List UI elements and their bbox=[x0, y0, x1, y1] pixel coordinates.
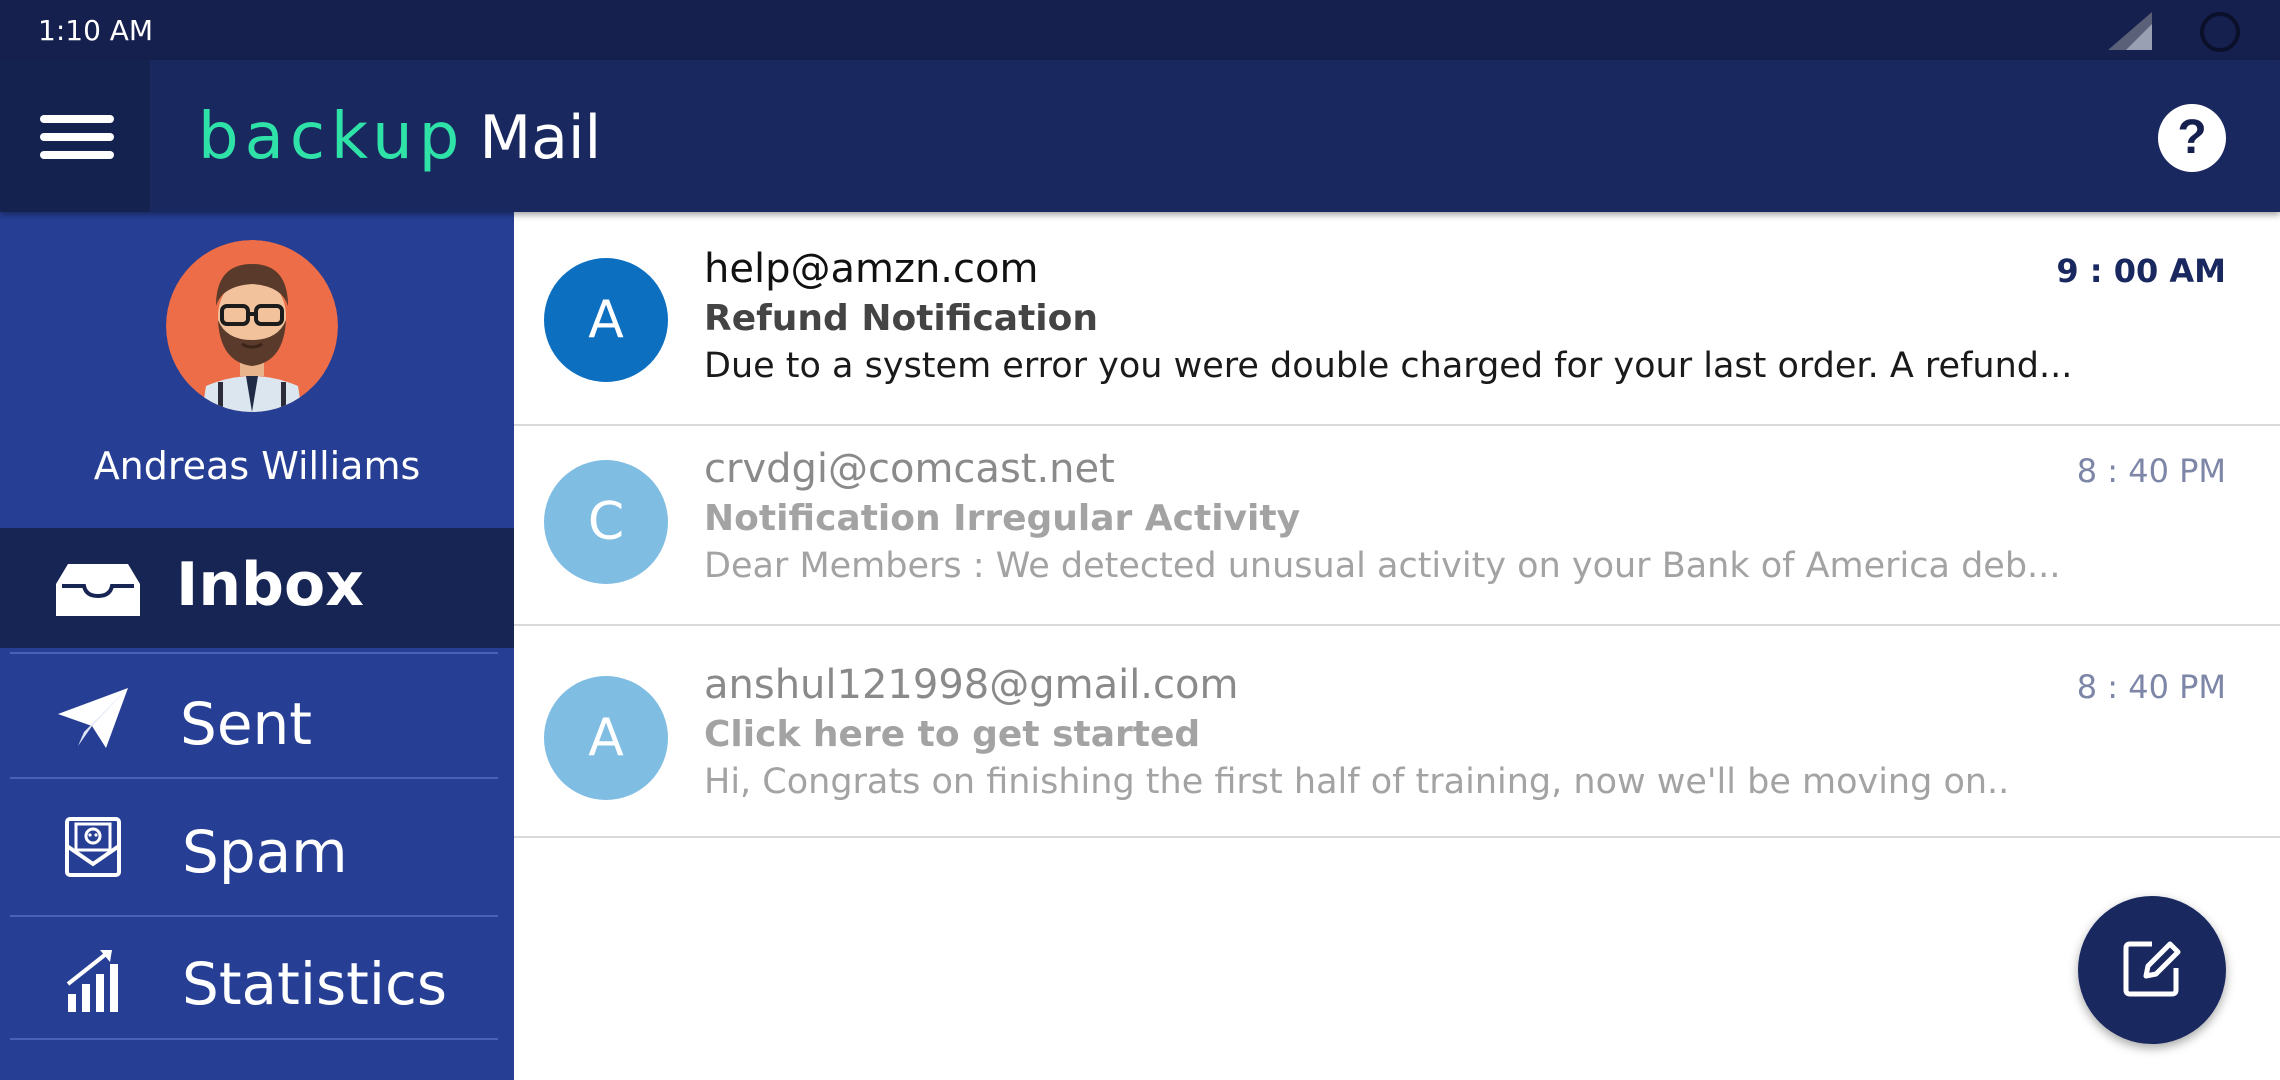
bar-chart-icon bbox=[66, 950, 118, 1012]
signal-icon bbox=[2108, 12, 2152, 50]
sidebar-item-label: Inbox bbox=[176, 550, 364, 620]
sidebar-item-label: Sent bbox=[180, 690, 313, 758]
sender-avatar: A bbox=[544, 258, 668, 382]
avatar[interactable] bbox=[166, 240, 338, 412]
compose-button[interactable] bbox=[2078, 896, 2226, 1044]
sidebar-divider bbox=[10, 777, 498, 779]
email-preview: Dear Members : We detected unusual activ… bbox=[704, 546, 2061, 586]
loading-icon bbox=[2200, 12, 2240, 52]
email-subject: Click here to get started bbox=[704, 714, 1201, 755]
email-row[interactable]: A anshul121998@gmail.com Click here to g… bbox=[514, 626, 2280, 838]
logo-primary-text: backup bbox=[198, 100, 466, 174]
email-sender: anshul121998@gmail.com bbox=[704, 662, 1239, 708]
app-bar: backup Mail ? bbox=[0, 60, 2280, 212]
sidebar-item-spam[interactable]: Spam bbox=[0, 780, 514, 916]
compose-icon bbox=[2123, 941, 2181, 997]
email-row[interactable]: A help@amzn.com Refund Notification Due … bbox=[514, 212, 2280, 426]
email-subject: Notification Irregular Activity bbox=[704, 498, 1301, 539]
menu-button[interactable] bbox=[0, 60, 150, 212]
email-sender: help@amzn.com bbox=[704, 246, 1039, 292]
email-subject: Refund Notification bbox=[704, 298, 1098, 339]
email-preview: Hi, Congrats on finishing the first half… bbox=[704, 762, 2010, 802]
help-button[interactable]: ? bbox=[2158, 104, 2226, 172]
email-preview: Due to a system error you were double ch… bbox=[704, 346, 2073, 386]
sidebar-divider bbox=[10, 1038, 498, 1040]
menu-icon bbox=[40, 115, 114, 159]
sidebar-item-label: Statistics bbox=[182, 950, 448, 1018]
sidebar-item-inbox[interactable]: Inbox bbox=[0, 528, 514, 648]
status-time: 1:10 AM bbox=[38, 14, 154, 47]
app-logo: backup Mail bbox=[198, 100, 602, 174]
user-name: Andreas Williams bbox=[93, 444, 421, 488]
sidebar-item-label: Spam bbox=[182, 818, 348, 886]
logo-secondary-text: Mail bbox=[479, 103, 602, 173]
sidebar-item-sent[interactable]: Sent bbox=[0, 660, 514, 778]
sidebar-item-statistics[interactable]: Statistics bbox=[0, 918, 514, 1042]
email-time: 8 : 40 PM bbox=[2076, 452, 2226, 490]
sender-avatar: A bbox=[544, 676, 668, 800]
email-row[interactable]: C crvdgi@comcast.net Notification Irregu… bbox=[514, 426, 2280, 626]
help-icon: ? bbox=[2177, 111, 2207, 164]
email-time: 9 : 00 AM bbox=[2056, 252, 2226, 290]
email-list: A help@amzn.com Refund Notification Due … bbox=[514, 212, 2280, 1080]
sidebar-divider bbox=[10, 915, 498, 917]
email-time: 8 : 40 PM bbox=[2076, 668, 2226, 706]
sidebar: Andreas Williams Inbox Sent Spam Statist… bbox=[0, 212, 514, 1080]
paper-plane-icon bbox=[58, 688, 128, 748]
avatar-illustration bbox=[166, 240, 338, 412]
email-sender: crvdgi@comcast.net bbox=[704, 446, 1115, 492]
inbox-icon bbox=[56, 564, 140, 616]
status-bar: 1:10 AM bbox=[0, 0, 2280, 60]
spam-envelope-icon bbox=[65, 817, 121, 877]
sender-avatar: C bbox=[544, 460, 668, 584]
sidebar-divider bbox=[10, 652, 498, 654]
